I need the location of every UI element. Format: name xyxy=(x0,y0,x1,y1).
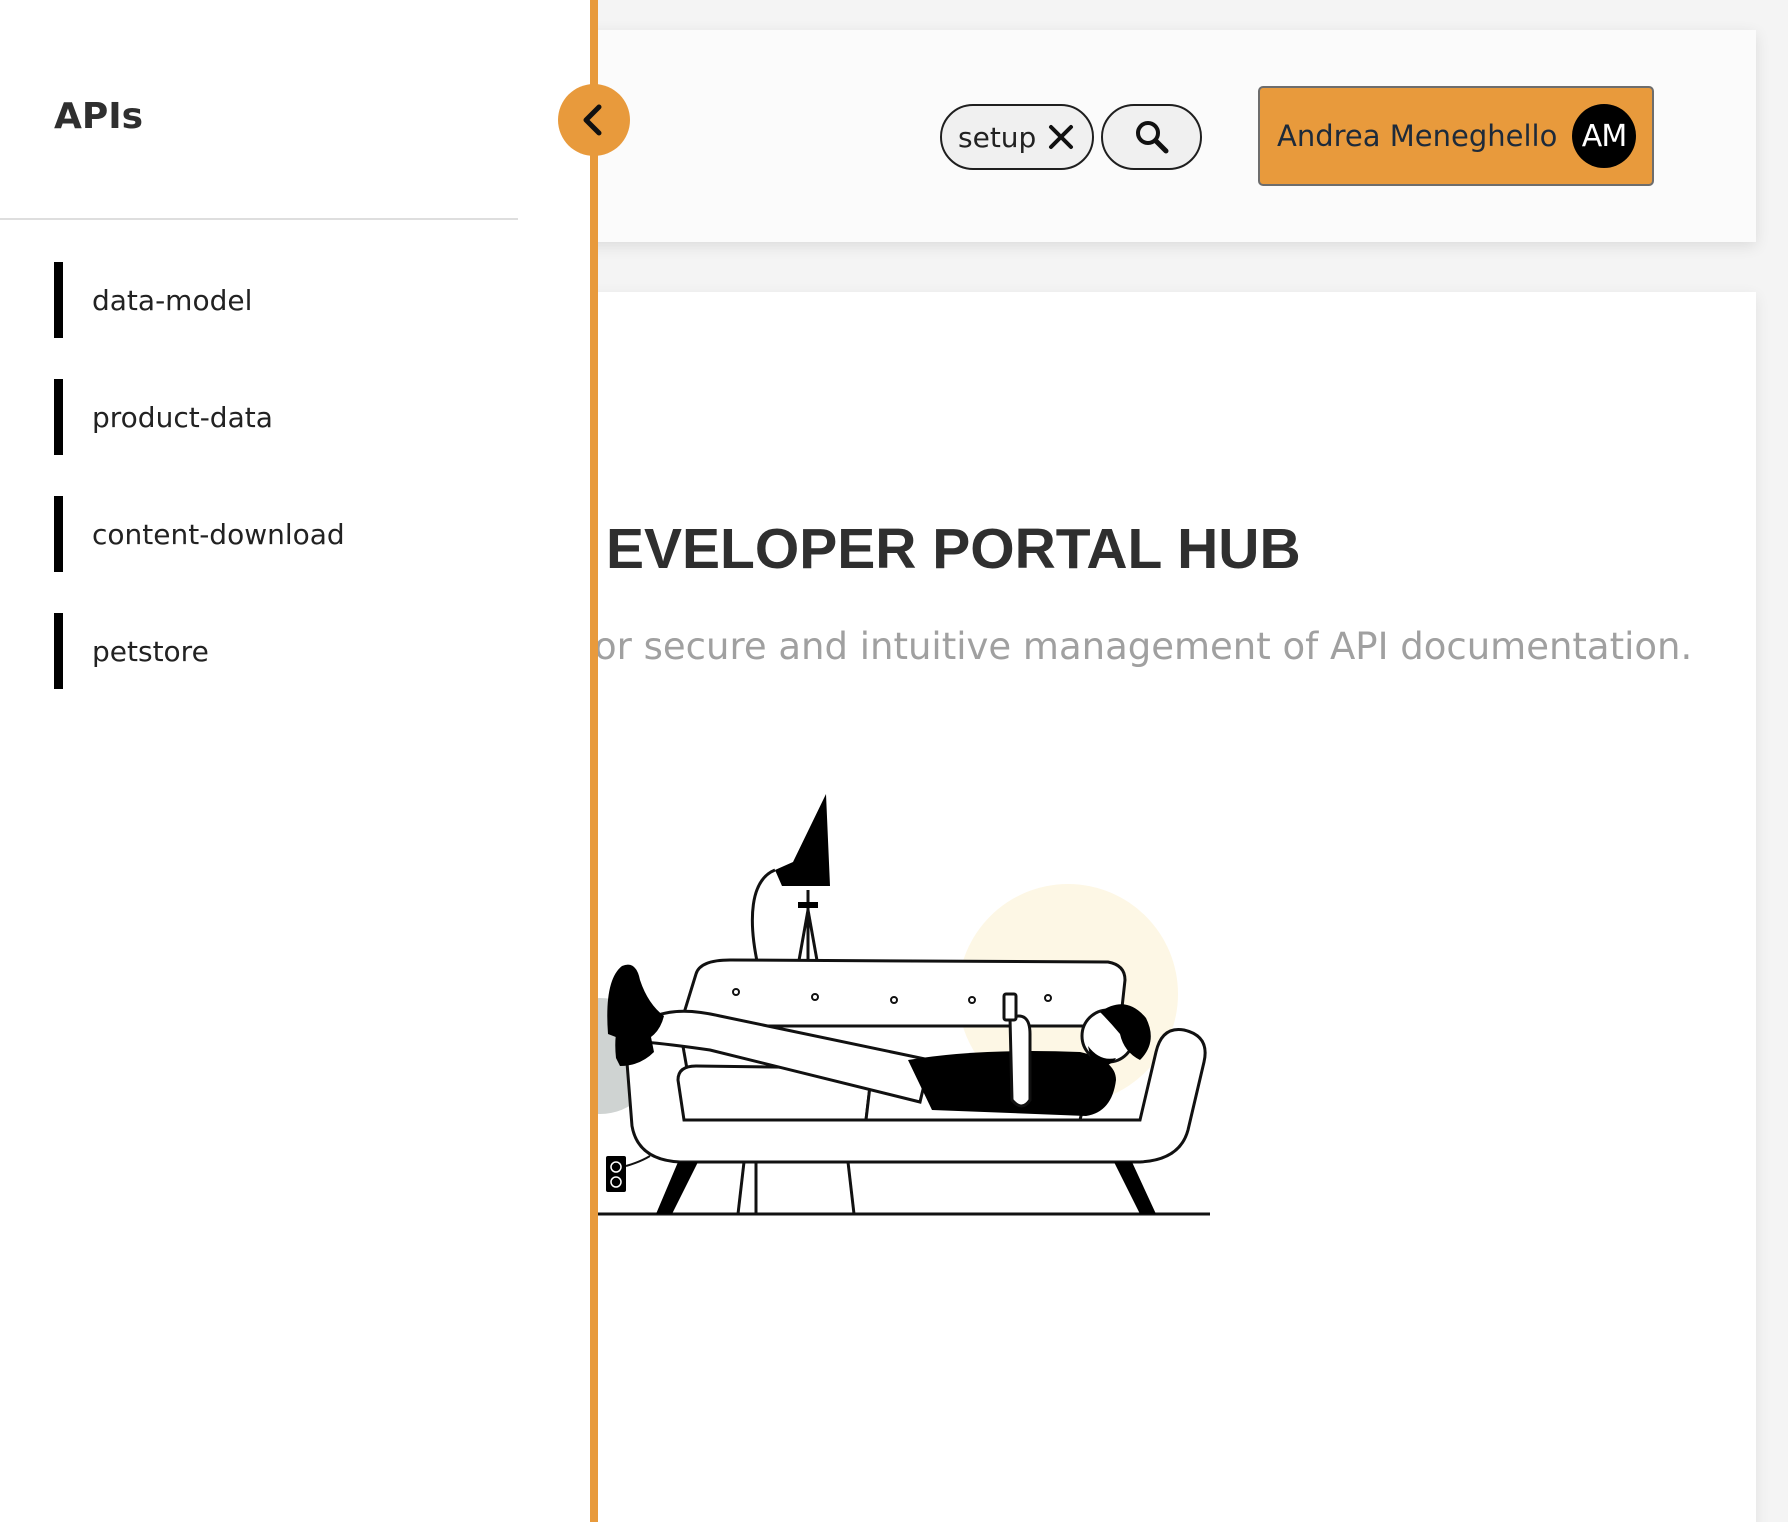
sidebar-title: APIs xyxy=(54,96,144,137)
sidebar-divider xyxy=(0,218,518,220)
nav-indicator xyxy=(54,613,63,689)
sidebar-item-content-download[interactable]: content-download xyxy=(54,496,514,572)
sidebar-collapse-button[interactable] xyxy=(558,84,630,156)
search-button[interactable] xyxy=(1101,104,1202,170)
nav-indicator xyxy=(54,379,63,455)
nav-indicator xyxy=(54,496,63,572)
sidebar-item-label: data-model xyxy=(92,283,253,317)
api-sidebar: APIs data-model product-data content-dow… xyxy=(0,0,592,1522)
close-icon[interactable] xyxy=(1048,124,1074,150)
page-subtitle: or secure and intuitive management of AP… xyxy=(594,625,1693,668)
avatar: AM xyxy=(1572,104,1636,168)
sofa-illustration xyxy=(560,794,1210,1216)
user-name: Andrea Meneghello xyxy=(1277,119,1558,153)
sidebar-item-product-data[interactable]: product-data xyxy=(54,379,514,455)
search-tag-label: setup xyxy=(958,120,1037,154)
user-menu-button[interactable]: Andrea Meneghello AM xyxy=(1258,86,1654,186)
chevron-left-icon xyxy=(583,104,602,136)
page-title: EVELOPER PORTAL HUB xyxy=(606,517,1301,581)
sidebar-item-data-model[interactable]: data-model xyxy=(54,262,514,338)
sidebar-item-label: petstore xyxy=(92,634,209,668)
sidebar-item-petstore[interactable]: petstore xyxy=(54,613,514,689)
search-tag-chip[interactable]: setup xyxy=(940,104,1094,170)
app-root: setup Andrea Meneghello AM EVELOPER PORT… xyxy=(0,0,1788,1522)
sidebar-item-label: content-download xyxy=(92,517,345,551)
nav-indicator xyxy=(54,262,63,338)
sidebar-edge[interactable] xyxy=(590,0,598,1522)
search-icon xyxy=(1135,121,1168,154)
sidebar-item-label: product-data xyxy=(92,400,273,434)
